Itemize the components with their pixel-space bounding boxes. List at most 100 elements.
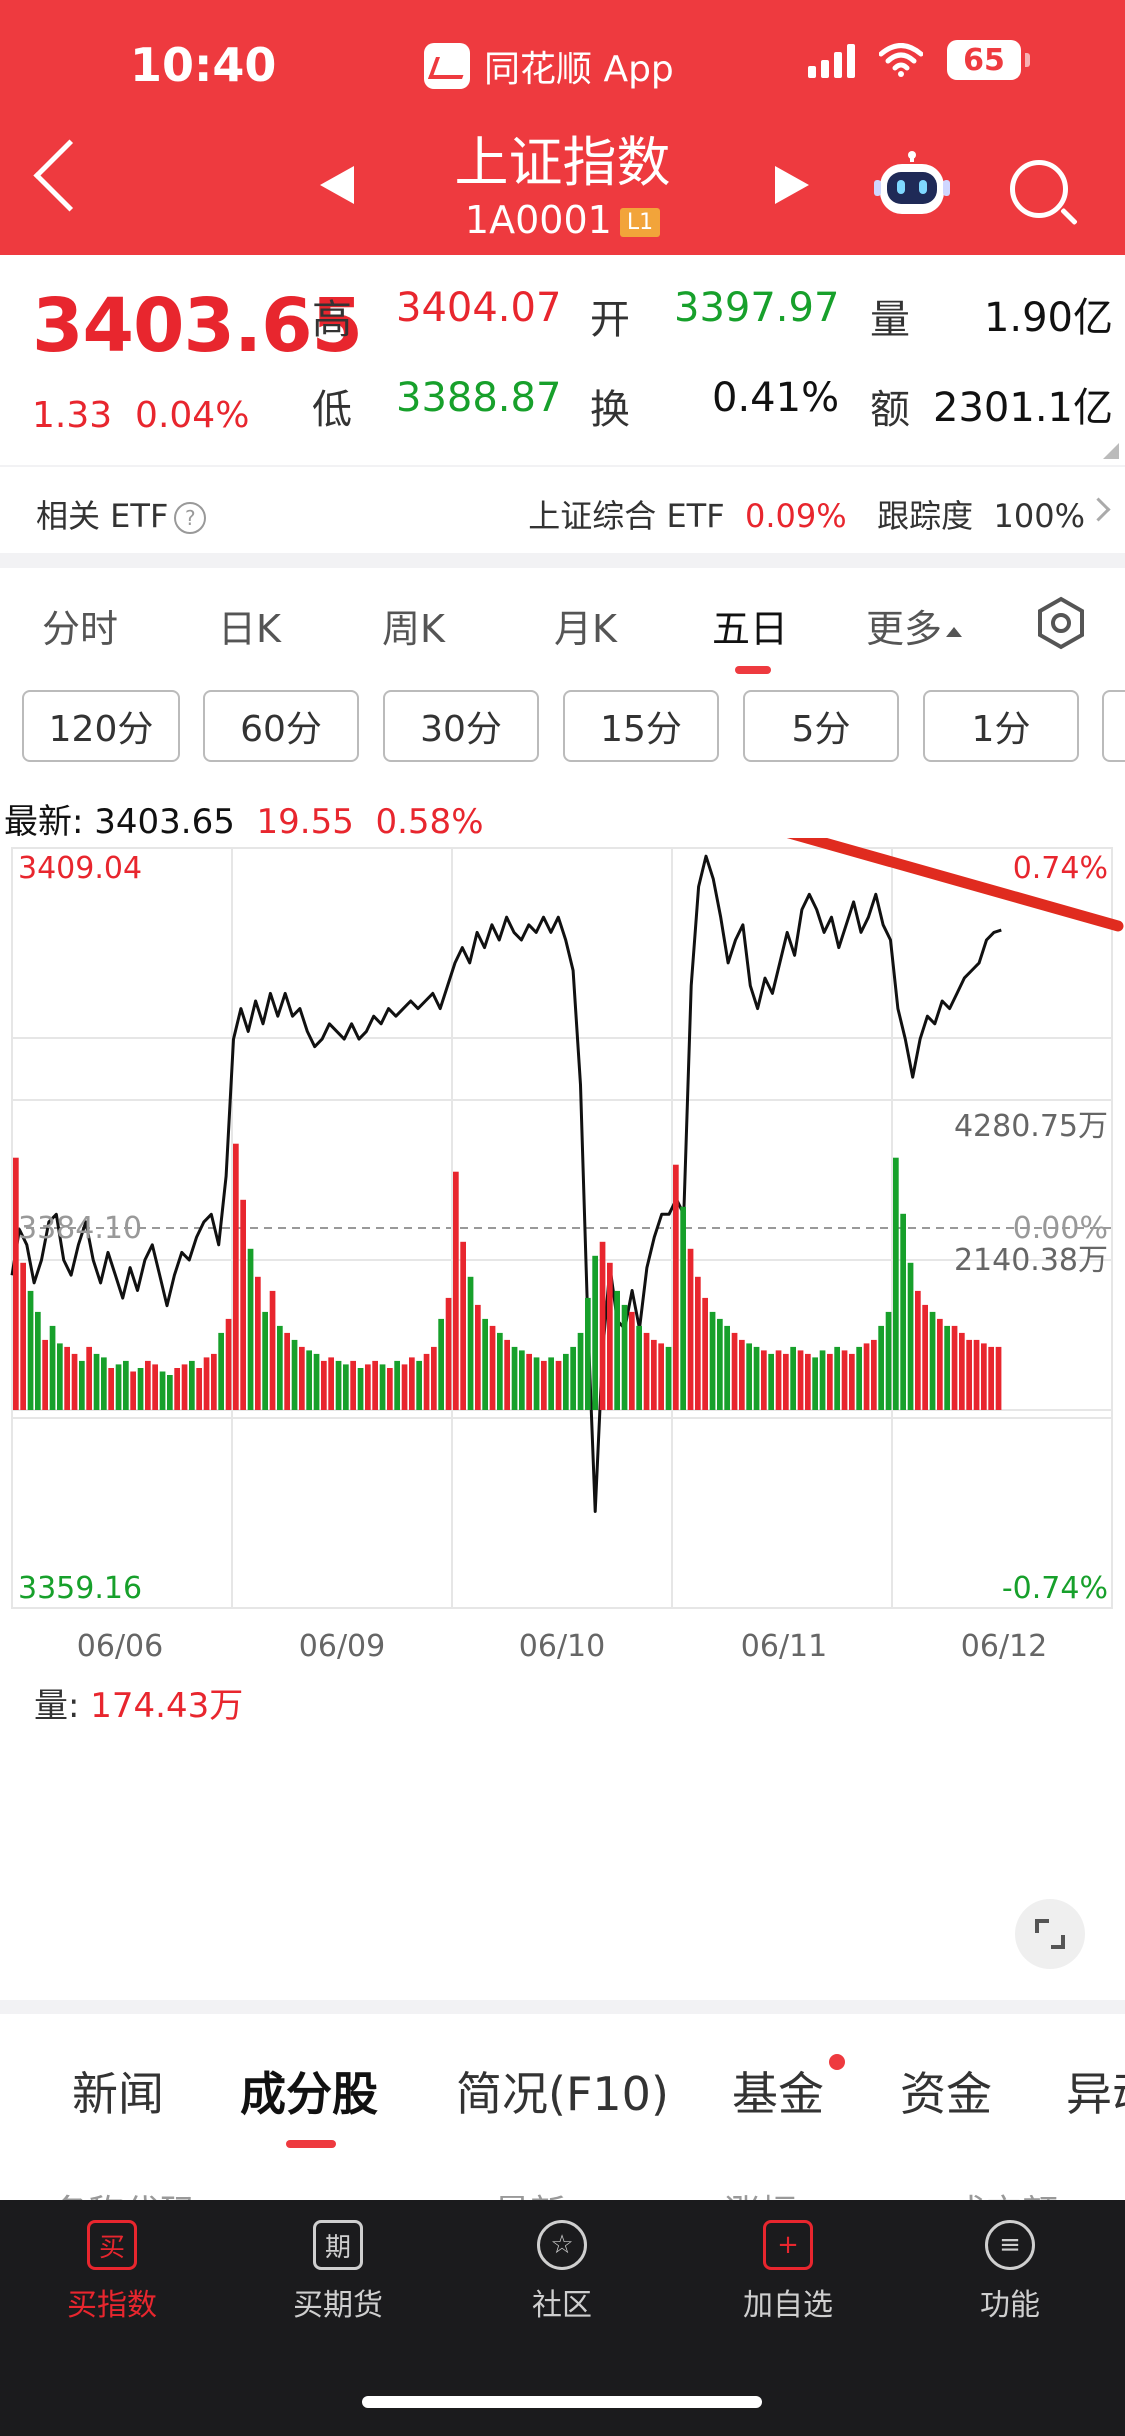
tab-weekly-k[interactable]: 周K	[382, 598, 445, 653]
interval-partial[interactable]	[1102, 690, 1125, 762]
help-icon[interactable]: ?	[174, 502, 207, 534]
tracking-label: 跟踪度	[877, 497, 974, 535]
latest-pct: 0.58%	[375, 802, 484, 842]
volume-label: 量	[870, 297, 910, 343]
tab-funds[interactable]: 基金	[732, 2058, 824, 2124]
nav-add-watchlist[interactable]: + 加自选	[708, 2220, 868, 2324]
volume-bar	[269, 1290, 276, 1410]
col-amount[interactable]: 成交额	[950, 2184, 1058, 2200]
lower-tabs: 新闻 成分股 简况(F10) 基金 资金 异动 名称代码 最新 涨幅 成交额	[0, 2014, 1125, 2200]
nav-community[interactable]: ☆ 社区	[482, 2220, 642, 2324]
tab-five-day[interactable]: 五日	[712, 598, 788, 653]
nav-buy-futures[interactable]: 期 买期货	[258, 2220, 418, 2324]
volume-bar	[907, 1262, 914, 1410]
tab-alerts[interactable]: 异动	[1066, 2058, 1125, 2124]
volume-bar	[174, 1368, 180, 1410]
volume-bar	[951, 1325, 958, 1410]
tab-news[interactable]: 新闻	[72, 2058, 164, 2124]
volume-bar	[13, 1157, 19, 1410]
etf-summary: 上证综合 ETF 0.09% 跟踪度 100%	[528, 491, 1085, 537]
nav-functions[interactable]: ≡ 功能	[930, 2220, 1090, 2324]
related-etf-label-wrap: 相关 ETF?	[36, 491, 207, 537]
volume-bar	[394, 1360, 400, 1410]
app-header: 10:40 同花顺 App 65 上证指数 1A0001 L1	[0, 0, 1125, 255]
volume-bar	[262, 1311, 268, 1410]
assistant-robot-icon[interactable]	[872, 150, 952, 220]
price-line	[10, 854, 1002, 1513]
nav-buy-futures-label: 买期货	[293, 2288, 383, 2323]
high-value: 3404.07	[396, 285, 562, 331]
signal-icon	[808, 42, 855, 78]
interval-120m[interactable]: 120分	[22, 690, 180, 762]
active-lower-tab-indicator	[286, 2140, 336, 2148]
volume-bar	[915, 1290, 921, 1410]
y-tick-left-1: 3384.10	[18, 1211, 142, 1246]
volume-bar	[805, 1353, 811, 1410]
price-change: 1.33	[32, 395, 113, 436]
related-etf-row[interactable]: 相关 ETF? 上证综合 ETF 0.09% 跟踪度 100%	[0, 467, 1125, 553]
tab-monthly-k[interactable]: 月K	[554, 598, 617, 653]
interval-60m[interactable]: 60分	[203, 690, 359, 762]
tab-more[interactable]: 更多	[866, 598, 963, 653]
app-switch-pill[interactable]: 同花顺 App	[424, 40, 674, 92]
volume-bar	[167, 1375, 173, 1410]
volume-bar	[724, 1325, 730, 1410]
volume-bar	[790, 1346, 796, 1410]
col-name-code[interactable]: 名称代码	[52, 2184, 196, 2200]
volume-bar	[753, 1346, 760, 1410]
volume-bar	[255, 1276, 261, 1410]
settings-hexagon-icon[interactable]	[1036, 596, 1086, 650]
add-icon: +	[763, 2220, 813, 2270]
tab-capital[interactable]: 资金	[900, 2058, 992, 2124]
volume-bar	[240, 1199, 246, 1410]
etf-name: 上证综合 ETF	[528, 497, 725, 535]
search-icon[interactable]	[1010, 160, 1068, 218]
tab-daily-k[interactable]: 日K	[218, 598, 281, 653]
volume-bar	[841, 1350, 848, 1410]
nav-add-watchlist-label: 加自选	[743, 2288, 833, 2323]
volume-bar	[687, 1248, 694, 1410]
volume-bar	[218, 1332, 224, 1410]
volume-bar	[834, 1346, 840, 1410]
battery-icon: 65	[947, 40, 1030, 80]
interval-1m[interactable]: 1分	[923, 690, 1079, 762]
volume-bar	[343, 1364, 349, 1410]
tab-constituents[interactable]: 成分股	[240, 2058, 378, 2124]
fullscreen-icon[interactable]	[1015, 1899, 1085, 1969]
volume-bar	[475, 1304, 481, 1410]
interval-30m[interactable]: 30分	[383, 690, 539, 762]
volume-bar	[592, 1255, 598, 1410]
nav-buy-index[interactable]: 买 买指数	[32, 2220, 192, 2324]
volume-bar	[739, 1339, 745, 1410]
index-code-row: 1A0001 L1	[0, 198, 1125, 242]
volume-bar	[321, 1360, 327, 1410]
volume-bar	[86, 1346, 92, 1410]
active-tab-indicator	[735, 666, 771, 674]
notification-dot	[829, 2054, 845, 2070]
tab-profile[interactable]: 简况(F10)	[456, 2058, 669, 2124]
col-latest[interactable]: 最新	[494, 2184, 566, 2200]
interval-5m[interactable]: 5分	[743, 690, 899, 762]
volume-bar	[299, 1346, 305, 1410]
x-tick-label: 06/12	[961, 1629, 1047, 1664]
volume-bar	[203, 1357, 210, 1410]
volume-bar	[42, 1339, 48, 1410]
menu-icon: ≡	[985, 2220, 1035, 2270]
volume-bar	[651, 1339, 657, 1410]
volume-bar	[966, 1339, 972, 1410]
page-title: 上证指数	[454, 131, 671, 194]
community-star-icon: ☆	[537, 2220, 587, 2270]
volume-bar	[519, 1350, 525, 1410]
volume-bar	[445, 1297, 452, 1410]
volume-bar	[563, 1353, 569, 1410]
interval-15m[interactable]: 15分	[563, 690, 719, 762]
five-day-chart[interactable]: 3409.04 3384.10 3359.16 0.74% 0.00% -0.74% 06/…	[0, 838, 1125, 2000]
tab-intraday[interactable]: 分时	[42, 598, 118, 653]
latest-label: 最新:	[4, 802, 84, 842]
col-change[interactable]: 涨幅	[724, 2184, 796, 2200]
expand-corner-icon[interactable]	[1103, 443, 1119, 459]
volume-bar	[629, 1311, 635, 1410]
next-index-button[interactable]	[775, 166, 809, 204]
volume-bar	[313, 1353, 320, 1410]
volume-bar	[504, 1339, 510, 1410]
